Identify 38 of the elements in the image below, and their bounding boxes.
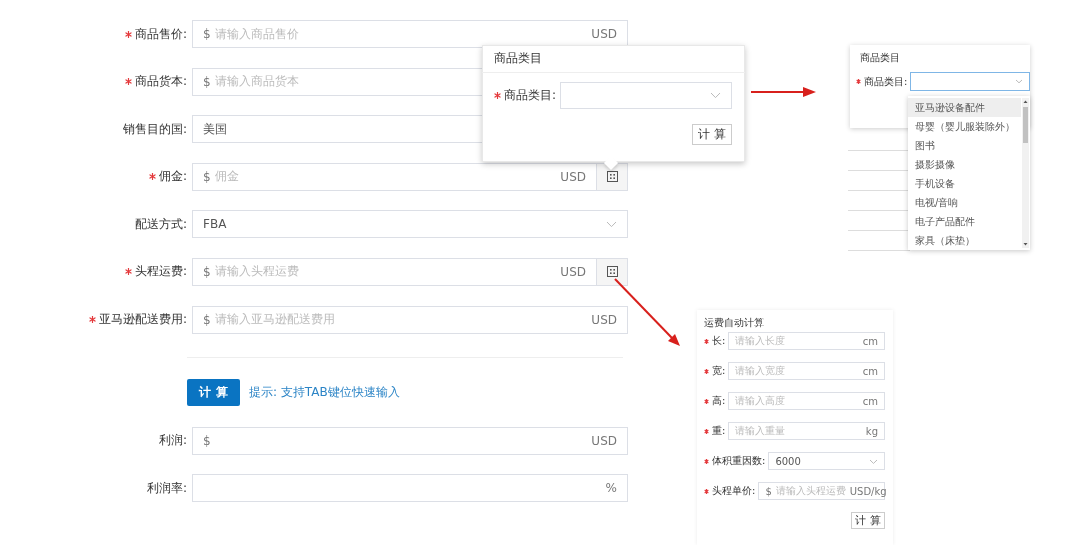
unit-label: cm [862, 395, 878, 407]
unit-label: cm [862, 335, 878, 347]
currency-symbol: $ [765, 485, 772, 497]
panel-title: 运费自动计算 [704, 316, 765, 330]
unit-label: USD/kg [849, 485, 887, 497]
currency-symbol: $ [203, 74, 211, 89]
unit-label: USD [591, 433, 617, 448]
field-label: 商品货本: [134, 73, 187, 91]
unit-label: kg [865, 425, 878, 437]
field-label: 体积重因数: [712, 454, 766, 468]
hint-text: 提示: 支持TAB键位快速输入 [249, 383, 400, 401]
unit-label: cm [862, 365, 878, 377]
unit-label: % [605, 481, 617, 496]
currency-symbol: $ [203, 433, 211, 448]
panel-title: 商品类目 [860, 51, 900, 65]
field-label: 高: [712, 394, 726, 408]
field-label: 利润: [158, 432, 187, 450]
field-label: 销售目的国: [122, 120, 187, 138]
field-label: 宽: [712, 364, 726, 378]
field-label: 商品售价: [134, 25, 187, 43]
field-label: 重: [712, 424, 726, 438]
currency-symbol: $ [203, 169, 211, 184]
unit-label: USD [560, 169, 586, 184]
currency-symbol: $ [203, 27, 211, 41]
field-label: 亚马逊配送费用: [98, 311, 187, 329]
field-label: 头程运费: [134, 263, 187, 281]
field-label: 头程单价: [712, 484, 756, 498]
unit-label: USD [591, 312, 617, 327]
unit-label: USD [591, 27, 617, 41]
popover-title: 商品类目 [482, 45, 745, 73]
unit-label: USD [560, 264, 586, 279]
field-label: 利润率: [146, 479, 187, 497]
field-label: 配送方式: [134, 215, 187, 233]
field-label: 佣金: [158, 168, 187, 186]
currency-symbol: $ [203, 312, 211, 327]
currency-symbol: $ [203, 264, 211, 279]
field-label: 长: [712, 334, 726, 348]
field-label: 商品类目: [864, 74, 908, 89]
